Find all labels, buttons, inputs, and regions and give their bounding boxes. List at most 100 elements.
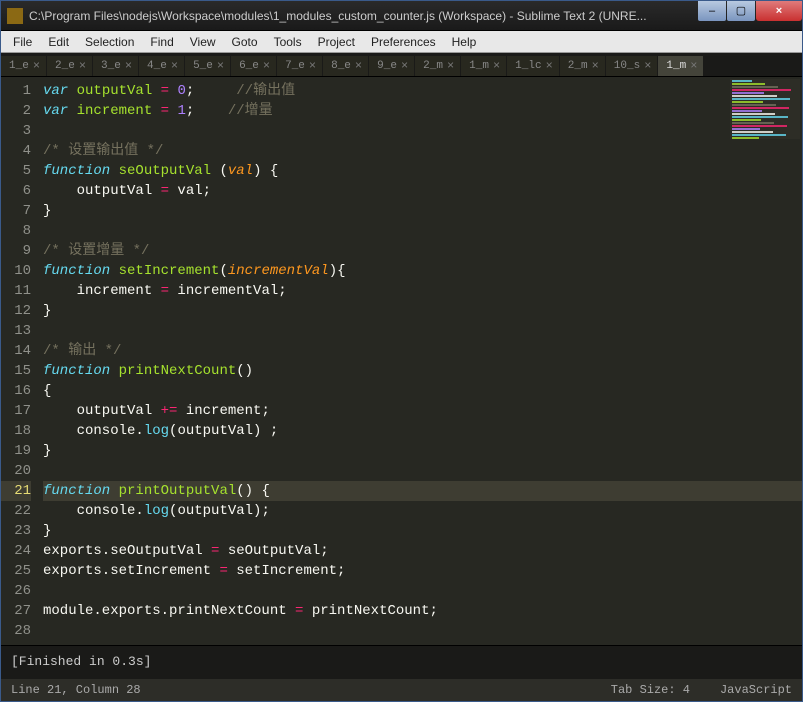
code-line[interactable]: increment = incrementVal;	[43, 283, 287, 299]
minimap-line	[732, 107, 789, 109]
line-number: 24	[1, 541, 31, 561]
minimap-line	[732, 98, 790, 100]
line-number: 20	[1, 461, 31, 481]
tab-label: 5_e	[193, 60, 213, 72]
editor-tab[interactable]: 10_s ×	[606, 56, 658, 76]
close-icon[interactable]: ×	[546, 59, 553, 73]
code-line[interactable]: /* 设置增量 */	[43, 243, 149, 259]
close-icon[interactable]: ×	[79, 59, 86, 73]
tab-label: 3_e	[101, 60, 121, 72]
code-line[interactable]: var increment = 1; //增量	[43, 103, 273, 119]
editor-tab[interactable]: 3_e ×	[93, 56, 138, 76]
code-line[interactable]: {	[43, 383, 51, 399]
menu-edit[interactable]: Edit	[40, 33, 77, 51]
line-number: 14	[1, 341, 31, 361]
minimap-line	[732, 125, 787, 127]
code-line[interactable]: }	[43, 443, 51, 459]
code-line[interactable]: function seOutputVal (val) {	[43, 163, 278, 179]
menu-selection[interactable]: Selection	[77, 33, 142, 51]
menu-project[interactable]: Project	[310, 33, 363, 51]
editor-tab[interactable]: 1_lc ×	[507, 56, 559, 76]
minimap-line	[732, 113, 775, 115]
close-icon[interactable]: ×	[171, 59, 178, 73]
menu-file[interactable]: File	[5, 33, 40, 51]
minimap-line	[732, 92, 764, 94]
menu-preferences[interactable]: Preferences	[363, 33, 444, 51]
menu-tools[interactable]: Tools	[266, 33, 310, 51]
editor-tab[interactable]: 7_e×	[277, 56, 322, 76]
code-line[interactable]: function setIncrement(incrementVal){	[43, 263, 346, 279]
minimap-line	[732, 137, 759, 139]
code-line[interactable]: }	[43, 303, 51, 319]
code-editor[interactable]: var outputVal = 0; //输出值 var increment =…	[43, 77, 802, 645]
tab-label: 1_lc	[515, 60, 541, 72]
close-icon[interactable]: ×	[592, 59, 599, 73]
editor-tab[interactable]: 2_e×	[47, 56, 92, 76]
code-line[interactable]: module.exports.printNextCount = printNex…	[43, 603, 438, 619]
window-controls: – ▢ ×	[697, 1, 802, 21]
minimap[interactable]	[730, 79, 800, 139]
editor-tab[interactable]: 1_m ×	[461, 56, 506, 76]
close-icon[interactable]: ×	[447, 59, 454, 73]
code-line[interactable]: function printOutputVal() {	[43, 481, 802, 501]
code-line[interactable]: /* 设置输出值 */	[43, 143, 163, 159]
code-line[interactable]: exports.seOutputVal = seOutputVal;	[43, 543, 329, 559]
editor-tab[interactable]: 8_e×	[323, 56, 368, 76]
status-tab-size[interactable]: Tab Size: 4	[611, 683, 690, 697]
titlebar[interactable]: C:\Program Files\nodejs\Workspace\module…	[1, 1, 802, 31]
code-line[interactable]: outputVal += increment;	[43, 403, 270, 419]
editor-tab[interactable]: 2_m×	[415, 56, 460, 76]
menu-goto[interactable]: Goto	[224, 33, 266, 51]
menu-help[interactable]: Help	[444, 33, 485, 51]
minimap-line	[732, 119, 761, 121]
editor-tab[interactable]: 6_e×	[231, 56, 276, 76]
close-icon[interactable]: ×	[217, 59, 224, 73]
editor-tab[interactable]: 4_e×	[139, 56, 184, 76]
maximize-button[interactable]: ▢	[727, 1, 755, 21]
editor-area[interactable]: 1234567891011121314151617181920212223242…	[1, 77, 802, 645]
line-number: 18	[1, 421, 31, 441]
editor-tab[interactable]: 5_e ×	[185, 56, 230, 76]
line-number: 22	[1, 501, 31, 521]
line-number: 28	[1, 621, 31, 641]
code-line[interactable]: outputVal = val;	[43, 183, 211, 199]
close-icon[interactable]: ×	[690, 59, 697, 73]
menu-find[interactable]: Find	[142, 33, 181, 51]
line-number: 12	[1, 301, 31, 321]
line-number: 9	[1, 241, 31, 261]
code-line[interactable]: console.log(outputVal);	[43, 503, 270, 519]
close-button[interactable]: ×	[756, 1, 802, 21]
line-number: 8	[1, 221, 31, 241]
code-line[interactable]: exports.setIncrement = setIncrement;	[43, 563, 345, 579]
tab-label: 1_m	[469, 60, 489, 72]
code-line[interactable]: var outputVal = 0; //输出值	[43, 83, 295, 99]
line-number: 2	[1, 101, 31, 121]
menu-view[interactable]: View	[182, 33, 224, 51]
editor-tab[interactable]: 2_m×	[560, 56, 605, 76]
line-number: 7	[1, 201, 31, 221]
editor-tab[interactable]: 1_e×	[1, 56, 46, 76]
line-number: 6	[1, 181, 31, 201]
close-icon[interactable]: ×	[125, 59, 132, 73]
close-icon[interactable]: ×	[401, 59, 408, 73]
minimap-line	[732, 86, 778, 88]
close-icon[interactable]: ×	[263, 59, 270, 73]
close-icon[interactable]: ×	[355, 59, 362, 73]
close-icon[interactable]: ×	[644, 59, 651, 73]
tab-label: 9_e	[377, 60, 397, 72]
code-line[interactable]: }	[43, 203, 51, 219]
editor-tab[interactable]: 1_m×	[658, 56, 703, 76]
code-line[interactable]: function printNextCount()	[43, 363, 253, 379]
code-line[interactable]: }	[43, 523, 51, 539]
status-cursor-position[interactable]: Line 21, Column 28	[11, 683, 141, 697]
editor-tab[interactable]: 9_e ×	[369, 56, 414, 76]
status-syntax[interactable]: JavaScript	[720, 683, 792, 697]
code-line[interactable]: console.log(outputVal) ;	[43, 423, 278, 439]
window-title: C:\Program Files\nodejs\Workspace\module…	[29, 9, 697, 23]
code-line[interactable]: /* 输出 */	[43, 343, 121, 359]
minimize-button[interactable]: –	[698, 1, 726, 21]
close-icon[interactable]: ×	[309, 59, 316, 73]
close-icon[interactable]: ×	[493, 59, 500, 73]
tab-label: 10_s	[614, 60, 640, 72]
close-icon[interactable]: ×	[33, 59, 40, 73]
